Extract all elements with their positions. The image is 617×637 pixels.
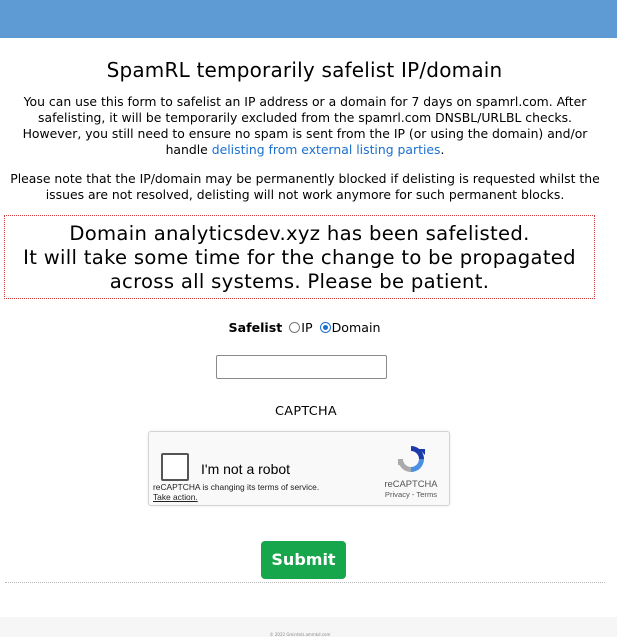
result-message-box: Domain analyticsdev.xyz has been safelis… [4, 215, 595, 299]
delisting-link[interactable]: delisting from external listing parties [212, 142, 441, 157]
intro-end: . [440, 142, 445, 157]
ip-radio-label[interactable]: IP [301, 320, 312, 335]
divider [5, 582, 605, 583]
domain-radio[interactable] [319, 322, 331, 333]
recaptcha-take-action-link[interactable]: Take action. [153, 492, 198, 502]
footer-copyright: © 2022 Gmintelz.ammkd.com [269, 632, 331, 637]
warning-note: Please note that the IP/domain may be pe… [10, 171, 600, 202]
recaptcha-logo-icon [398, 446, 425, 472]
recaptcha-notice: reCAPTCHA is changing its terms of servi… [153, 482, 319, 502]
recaptcha-label: I'm not a robot [201, 461, 291, 477]
top-banner [0, 0, 617, 38]
intro-paragraph: You can use this form to safelist an IP … [8, 94, 602, 158]
recaptcha-notice-text: reCAPTCHA is changing its terms of servi… [153, 482, 320, 492]
submit-button[interactable]: Submit [261, 541, 346, 579]
ip-radio[interactable] [289, 322, 301, 333]
page-title: SpamRL temporarily safelist IP/domain [106, 58, 503, 82]
recaptcha-widget: I'm not a robot reCAPTCHA is changing it… [148, 431, 450, 506]
domain-radio-label[interactable]: Domain [332, 320, 381, 335]
ip-domain-input[interactable] [216, 355, 387, 379]
safelist-label: Safelist [228, 320, 283, 335]
recaptcha-checkbox[interactable] [161, 453, 189, 481]
recaptcha-brand: reCAPTCHA [384, 478, 438, 489]
result-line-safelisted: Domain analyticsdev.xyz has been safelis… [69, 222, 530, 245]
safelist-type-selector: Safelist IP Domain [0, 320, 609, 335]
result-line-propagation: It will take some time for the change to… [23, 246, 576, 293]
captcha-label: CAPTCHA [275, 404, 337, 419]
recaptcha-privacy-terms[interactable]: Privacy - Terms [371, 490, 451, 499]
